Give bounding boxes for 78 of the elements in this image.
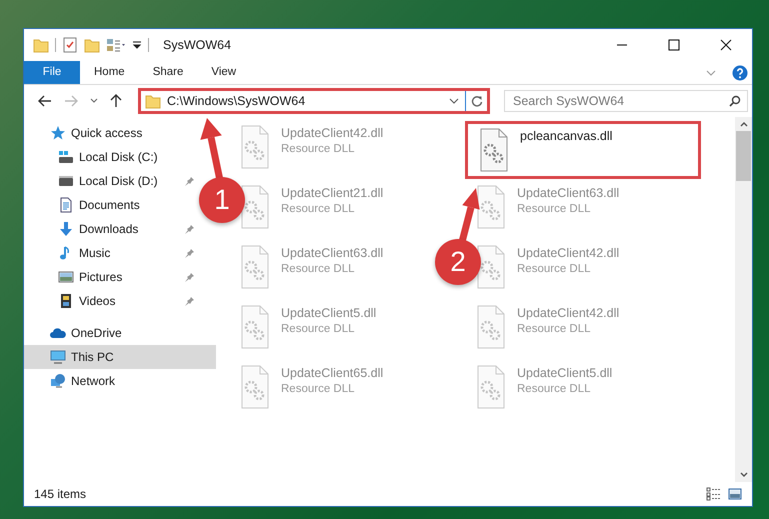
file-name[interactable]: UpdateClient5.dll [281, 305, 376, 322]
nav-item[interactable]: Downloads [24, 217, 198, 241]
file-name[interactable]: UpdateClient42.dll [517, 245, 620, 262]
up-arrow-icon [110, 94, 122, 108]
download-arrow-icon [58, 221, 74, 237]
file-name[interactable]: UpdateClient42.dll [517, 305, 620, 322]
dll-file-icon [239, 245, 271, 289]
file-name[interactable]: pcleancanvas.dll [520, 128, 612, 144]
nav-item[interactable]: Network [24, 369, 198, 393]
scrollbar[interactable] [735, 117, 752, 482]
dll-file-icon [475, 245, 507, 289]
nav-item[interactable]: This PC [24, 345, 216, 369]
forward-arrow-icon [64, 95, 78, 107]
file-type: Resource DLL [281, 202, 356, 218]
picture-icon [58, 269, 74, 285]
close-icon [720, 39, 732, 51]
nav-item[interactable]: Quick access [24, 121, 198, 145]
nav-item[interactable]: Pictures [24, 265, 198, 289]
nav-item[interactable]: Videos [24, 289, 198, 313]
film-icon [58, 293, 74, 309]
dll-file-icon [239, 305, 271, 349]
maximize-icon [668, 39, 680, 51]
document-icon [58, 197, 74, 213]
drive-icon [58, 173, 74, 189]
nav-item[interactable]: Local Disk (C:) [24, 145, 198, 169]
nav-item[interactable]: Local Disk (D:) [24, 169, 198, 193]
file-name[interactable]: UpdateClient5.dll [517, 365, 612, 382]
refresh-icon [470, 95, 482, 107]
dll-file-icon [475, 305, 507, 349]
file-name[interactable]: UpdateClient42.dll [281, 125, 384, 142]
details-view-icon[interactable] [706, 487, 722, 501]
dll-file-icon [239, 185, 271, 229]
folder-icon [145, 93, 161, 109]
dll-file-icon [239, 125, 271, 169]
file-name[interactable]: UpdateClient65.dll [281, 365, 384, 382]
dropdown-icon[interactable] [449, 98, 459, 104]
dll-file-icon [475, 185, 507, 229]
help-icon[interactable] [732, 64, 748, 80]
nav-item[interactable]: Documents [24, 193, 198, 217]
file-type: Resource DLL [281, 142, 356, 158]
dll-file-icon [475, 365, 507, 409]
customize-dropdown-icon[interactable] [132, 40, 142, 50]
view-menu-icon[interactable] [106, 37, 126, 53]
properties-icon[interactable] [62, 37, 78, 53]
nav-item[interactable]: OneDrive [24, 321, 198, 345]
nav-item[interactable]: Music [24, 241, 198, 265]
window-title: SysWOW64 [163, 36, 232, 54]
file-name[interactable]: UpdateClient21.dll [281, 185, 384, 202]
file-type: Resource DLL [281, 322, 356, 338]
ribbon-tab[interactable]: Share [138, 61, 198, 84]
ribbon-tab[interactable]: File [24, 61, 80, 84]
address-path: C:\Windows\SysWOW64 [167, 92, 306, 110]
star-icon [50, 125, 66, 141]
back-arrow-icon [38, 95, 52, 107]
item-count: 145 items [34, 486, 88, 503]
file-type: Resource DLL [281, 382, 356, 398]
large-icons-view-icon[interactable] [728, 487, 742, 501]
file-name[interactable]: UpdateClient63.dll [281, 245, 384, 262]
dll-file-icon [239, 365, 271, 409]
file-type: Resource DLL [517, 202, 592, 218]
file-type: Resource DLL [281, 262, 356, 278]
ribbon-tab[interactable]: View [197, 61, 250, 84]
ribbon-tab[interactable]: Home [80, 61, 139, 84]
file-type: Resource DLL [517, 322, 592, 338]
monitor-icon [50, 349, 66, 365]
caret-icon [90, 98, 98, 104]
address-bar[interactable]: C:\Windows\SysWOW64 [138, 88, 490, 114]
file-type: Resource DLL [517, 262, 592, 278]
file-type: Resource DLL [517, 382, 592, 398]
network-icon [50, 373, 66, 389]
expand-ribbon-icon[interactable] [706, 70, 716, 76]
minimize-icon [616, 44, 628, 46]
annotation-arrow [458, 188, 480, 243]
drive-icon [58, 149, 74, 165]
file-highlight-frame[interactable]: pcleancanvas.dll [465, 121, 701, 179]
dll-file-icon [478, 128, 510, 172]
scroll-thumb[interactable] [736, 131, 751, 181]
file-name[interactable]: UpdateClient63.dll [517, 185, 620, 202]
